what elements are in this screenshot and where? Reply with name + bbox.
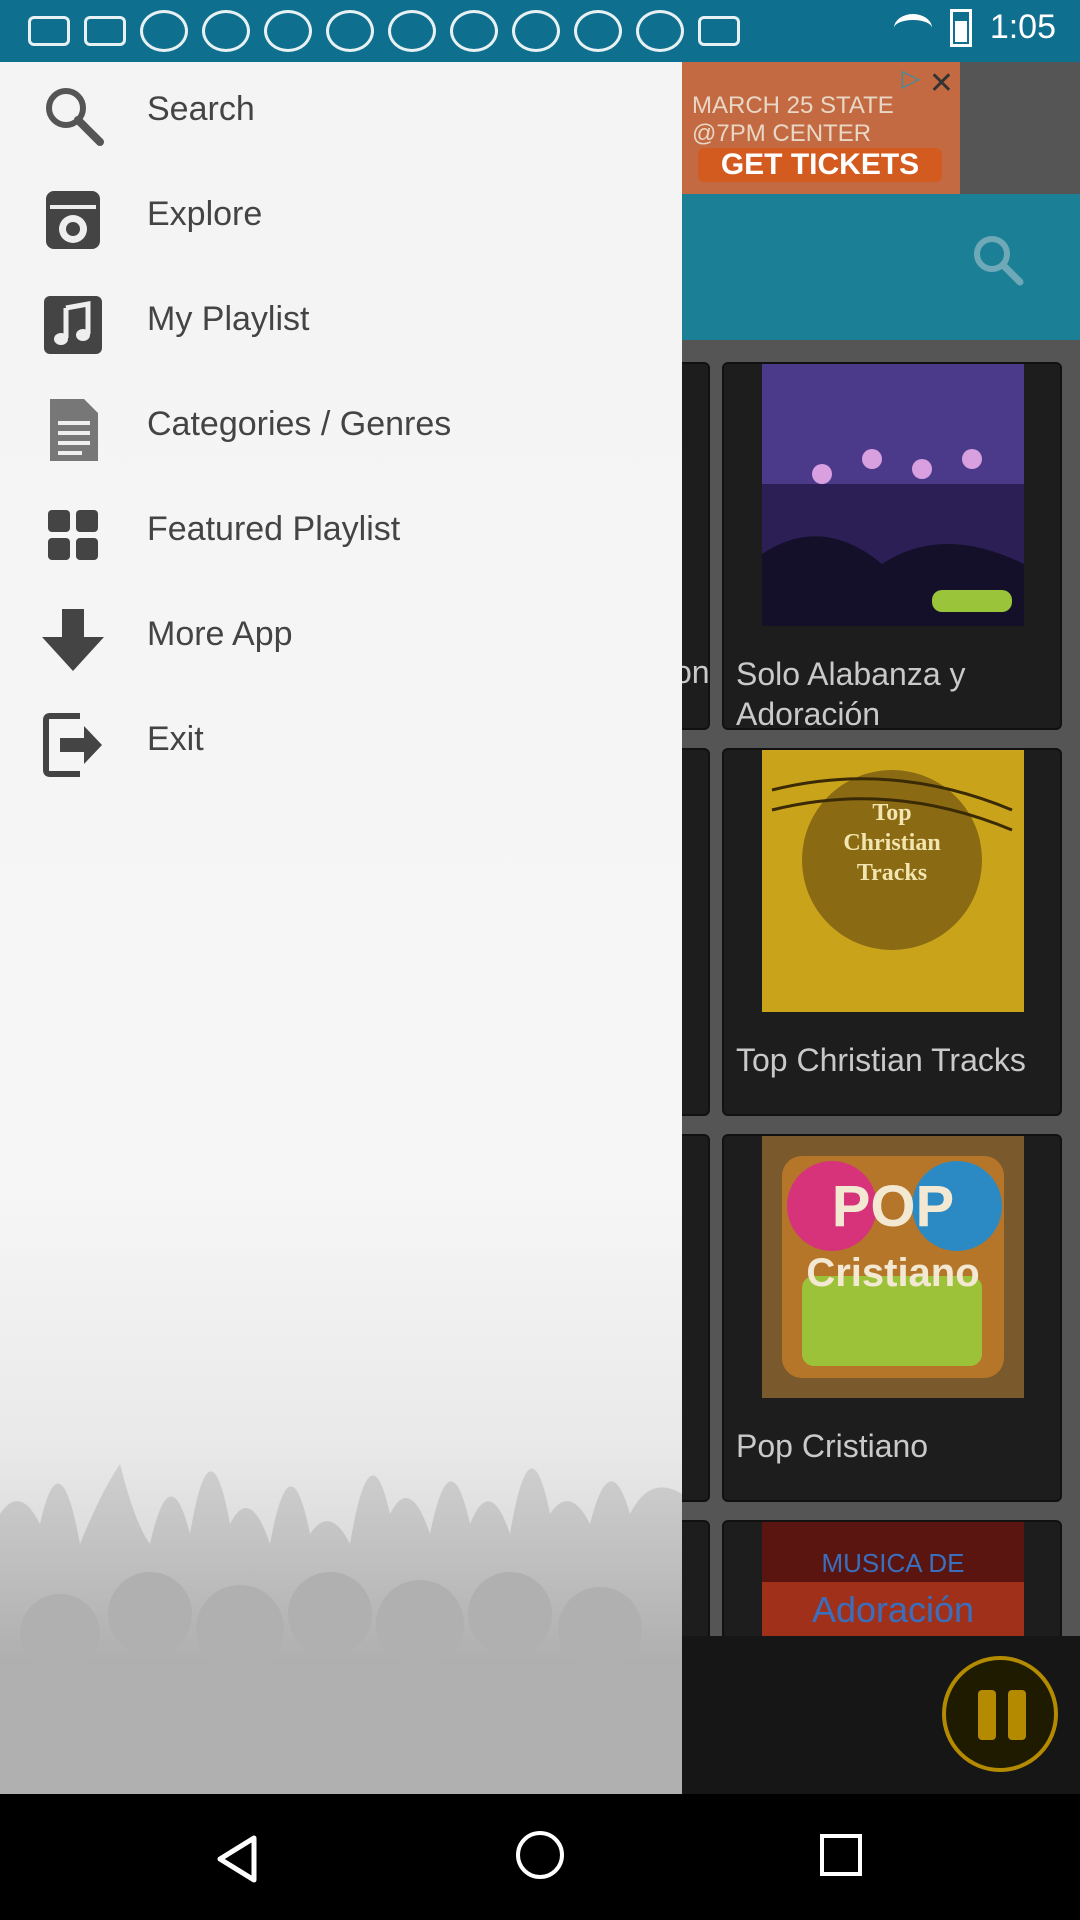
playlist-title: Top Christian Tracks [736,1042,1026,1078]
drawer-item-label: Explore [147,195,263,233]
playlist-card[interactable]: MUSICA DE Adoración [722,1520,1062,1644]
pause-icon [1008,1690,1026,1740]
abc-notification-icon [574,10,622,52]
messages-icon [28,16,70,46]
drawer-item-categories[interactable]: Categories / Genres [0,377,682,482]
status-bar: 1:05 [0,0,1080,62]
pause-button[interactable] [942,1656,1058,1772]
drawer-item-label: More App [147,615,293,653]
crowd-silhouette [0,1464,682,1794]
navigation-drawer: Search Explore My Playlist Categories / … [0,62,682,1794]
playlist-title: Solo Alabanza y Adoración [736,656,966,732]
pause-icon [978,1690,996,1740]
status-time: 1:05 [989,8,1056,46]
drawer-item-label: Featured Playlist [147,510,401,548]
drawer-item-more-app[interactable]: More App [0,587,682,692]
exit-icon [43,713,102,777]
grid-icon [48,510,98,560]
system-navigation-bar [0,1794,1080,1920]
drawer-item-exit[interactable]: Exit [0,692,682,797]
drawer-item-label: Search [147,90,255,128]
abc-notification-icon [140,10,188,52]
drawer-item-search[interactable]: Search [0,62,682,167]
back-icon[interactable] [212,1834,262,1884]
notification-icons [28,10,740,52]
recent-apps-icon[interactable] [820,1834,862,1876]
abc-notification-icon [388,10,436,52]
svg-text:Christian: Christian [843,830,940,856]
playlist-cover [762,364,1024,626]
search-icon [46,88,104,146]
abc7-notification-icon [698,16,740,46]
abc-notification-icon [202,10,250,52]
explore-icon [46,191,100,249]
svg-text:POP: POP [832,1174,955,1239]
abc-notification-icon [636,10,684,52]
toolbar-search-icon[interactable] [970,232,1024,286]
svg-text:Adoración: Adoración [812,1589,974,1630]
drawer-item-label: Categories / Genres [147,405,452,443]
playlist-card[interactable]: POP Cristiano Pop Cristiano [722,1134,1062,1502]
drawer-item-explore[interactable]: Explore [0,167,682,272]
document-icon [50,399,98,461]
playlist-cover: Top Christian Tracks [762,750,1024,1012]
abc-notification-icon [512,10,560,52]
music-note-icon [44,296,102,354]
abc-notification-icon [326,10,374,52]
abc-notification-icon [264,10,312,52]
playlist-card[interactable]: Top Christian Tracks Top Christian Track… [722,748,1062,1116]
wifi-icon [893,13,932,42]
home-icon[interactable] [516,1831,564,1879]
battery-icon [949,8,972,47]
playlist-cover: MUSICA DE Adoración [762,1522,1024,1642]
svg-text:Tracks: Tracks [857,860,927,886]
svg-text:Cristiano: Cristiano [806,1251,979,1295]
ad-banner[interactable]: ▷ ✕ MARCH 25 STATE @7PM CENTER GET TICKE… [682,62,960,194]
svg-text:MUSICA DE: MUSICA DE [821,1548,964,1578]
playlist-cover: POP Cristiano [762,1136,1024,1398]
abc-notification-icon [450,10,498,52]
ad-text: MARCH 25 STATE @7PM CENTER [692,92,894,147]
drawer-item-label: My Playlist [147,300,310,338]
flipboard-icon [84,16,126,46]
ad-cta[interactable]: GET TICKETS [698,148,942,182]
svg-text:Top: Top [872,800,911,826]
drawer-item-label: Exit [147,720,204,758]
playlist-card[interactable]: Solo Alabanza y Adoración [722,362,1062,732]
download-arrow-icon [42,609,104,671]
playlist-title: Pop Cristiano [736,1428,929,1464]
drawer-item-featured-playlist[interactable]: Featured Playlist [0,482,682,587]
drawer-item-my-playlist[interactable]: My Playlist [0,272,682,377]
adchoices-icon[interactable]: ▷ [902,64,920,93]
